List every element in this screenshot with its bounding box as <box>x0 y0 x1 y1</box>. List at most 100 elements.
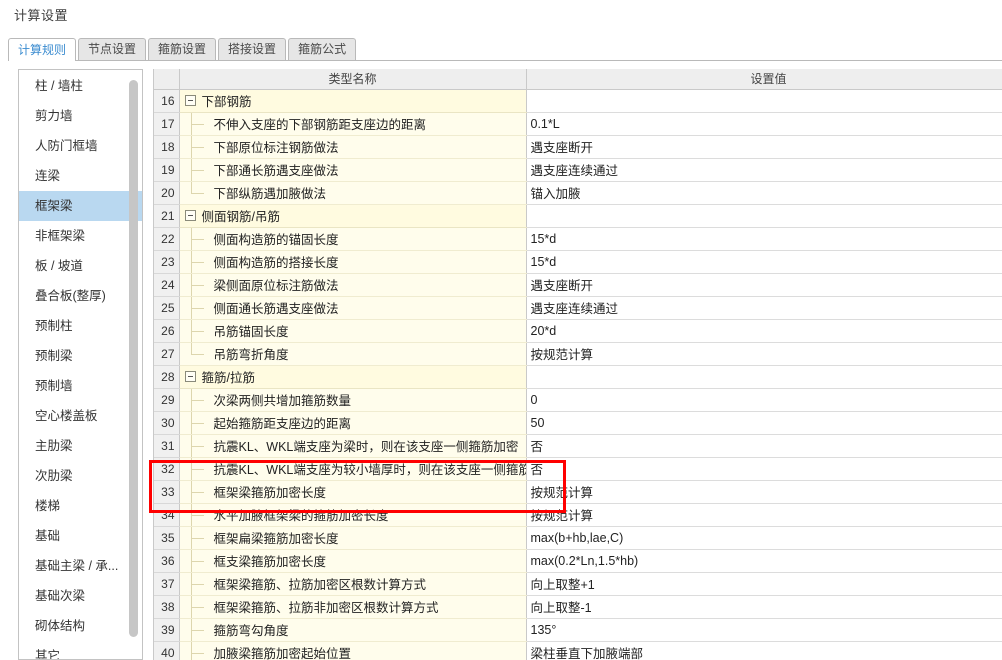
sidebar-item-17[interactable]: 基础次梁 <box>19 581 142 611</box>
type-name-cell[interactable]: 框架梁箍筋、拉筋非加密区根数计算方式 <box>179 595 527 619</box>
setting-value-cell[interactable]: 按规范计算 <box>526 342 1002 366</box>
table-row[interactable]: 16 下部钢筋 <box>154 89 1002 113</box>
type-name-cell[interactable]: 水平加腋框架梁的箍筋加密长度 <box>179 503 527 527</box>
type-name-cell[interactable]: 框架扁梁箍筋加密长度 <box>179 526 527 550</box>
tab-2[interactable]: 箍筋设置 <box>148 38 217 60</box>
row-number-cell[interactable]: 32 <box>154 457 180 481</box>
setting-value-cell[interactable]: 锚入加腋 <box>526 181 1002 205</box>
row-number-cell[interactable]: 37 <box>154 572 180 596</box>
type-name-cell[interactable]: 框架梁箍筋、拉筋加密区根数计算方式 <box>179 572 527 596</box>
sidebar-item-1[interactable]: 剪力墙 <box>19 101 142 131</box>
collapse-minus-icon[interactable] <box>184 95 196 106</box>
column-header-row-number[interactable] <box>154 69 180 90</box>
setting-value-cell[interactable]: 20*d <box>526 319 1002 343</box>
table-row[interactable]: 35 框架扁梁箍筋加密长度 max(b+hb,lae,C) <box>154 526 1002 550</box>
setting-value-cell[interactable] <box>526 89 1002 113</box>
setting-value-cell[interactable]: 遇支座连续通过 <box>526 158 1002 182</box>
row-number-cell[interactable]: 16 <box>154 89 180 113</box>
row-number-cell[interactable]: 26 <box>154 319 180 343</box>
column-header-setting-value[interactable]: 设置值 <box>526 69 1002 90</box>
sidebar-item-13[interactable]: 次肋梁 <box>19 461 142 491</box>
type-name-cell[interactable]: 侧面构造筋的搭接长度 <box>179 250 527 274</box>
table-row[interactable]: 36 框支梁箍筋加密长度 max(0.2*Ln,1.5*hb) <box>154 549 1002 573</box>
table-row[interactable]: 26 吊筋锚固长度 20*d <box>154 319 1002 343</box>
type-name-cell[interactable]: 加腋梁箍筋加密起始位置 <box>179 641 527 660</box>
sidebar-item-18[interactable]: 砌体结构 <box>19 611 142 641</box>
sidebar-item-5[interactable]: 非框架梁 <box>19 221 142 251</box>
sidebar-item-10[interactable]: 预制墙 <box>19 371 142 401</box>
table-row[interactable]: 25 侧面通长筋遇支座做法 遇支座连续通过 <box>154 296 1002 320</box>
row-number-cell[interactable]: 17 <box>154 112 180 136</box>
setting-value-cell[interactable] <box>526 365 1002 389</box>
table-row[interactable]: 20 下部纵筋遇加腋做法 锚入加腋 <box>154 181 1002 205</box>
setting-value-cell[interactable]: 梁柱垂直下加腋端部 <box>526 641 1002 660</box>
type-name-cell[interactable]: 抗震KL、WKL端支座为较小墙厚时，则在该支座一侧箍筋... <box>179 457 527 481</box>
table-row[interactable]: 31 抗震KL、WKL端支座为梁时，则在该支座一侧箍筋加密否 <box>154 434 1002 458</box>
table-row[interactable]: 30 起始箍筋距支座边的距离 50 <box>154 411 1002 435</box>
settings-grid[interactable]: 类型名称 设置值 16 下部钢筋 17 不伸入支座的下部钢筋距支座边的距离 0.1*L 1… <box>153 69 1002 660</box>
type-name-cell[interactable]: 侧面构造筋的锚固长度 <box>179 227 527 251</box>
sidebar-item-11[interactable]: 空心楼盖板 <box>19 401 142 431</box>
type-name-cell[interactable]: 抗震KL、WKL端支座为梁时，则在该支座一侧箍筋加密 <box>179 434 527 458</box>
setting-value-cell[interactable]: 向上取整+1 <box>526 572 1002 596</box>
row-number-cell[interactable]: 19 <box>154 158 180 182</box>
type-name-cell[interactable]: 框架梁箍筋加密长度 <box>179 480 527 504</box>
table-row[interactable]: 32 抗震KL、WKL端支座为较小墙厚时，则在该支座一侧箍筋... 否 <box>154 457 1002 481</box>
sidebar-item-6[interactable]: 板 / 坡道 <box>19 251 142 281</box>
row-number-cell[interactable]: 38 <box>154 595 180 619</box>
sidebar-item-2[interactable]: 人防门框墙 <box>19 131 142 161</box>
row-number-cell[interactable]: 40 <box>154 641 180 660</box>
table-row[interactable]: 23 侧面构造筋的搭接长度 15*d <box>154 250 1002 274</box>
row-number-cell[interactable]: 31 <box>154 434 180 458</box>
table-row[interactable]: 39 箍筋弯勾角度 135° <box>154 618 1002 642</box>
setting-value-cell[interactable]: 否 <box>526 457 1002 481</box>
table-row[interactable]: 21 侧面钢筋/吊筋 <box>154 204 1002 228</box>
row-number-cell[interactable]: 22 <box>154 227 180 251</box>
collapse-minus-icon[interactable] <box>184 371 196 382</box>
table-row[interactable]: 37 框架梁箍筋、拉筋加密区根数计算方式 向上取整+1 <box>154 572 1002 596</box>
type-name-cell[interactable]: 下部纵筋遇加腋做法 <box>179 181 527 205</box>
table-row[interactable]: 33 框架梁箍筋加密长度 按规范计算 <box>154 480 1002 504</box>
type-name-cell[interactable]: 侧面通长筋遇支座做法 <box>179 296 527 320</box>
row-number-cell[interactable]: 35 <box>154 526 180 550</box>
setting-value-cell[interactable]: 否 <box>526 434 1002 458</box>
setting-value-cell[interactable]: max(b+hb,lae,C) <box>526 526 1002 550</box>
table-row[interactable]: 27 吊筋弯折角度 按规范计算 <box>154 342 1002 366</box>
row-number-cell[interactable]: 30 <box>154 411 180 435</box>
setting-value-cell[interactable]: 按规范计算 <box>526 480 1002 504</box>
column-header-type-name[interactable]: 类型名称 <box>179 69 527 90</box>
type-name-cell[interactable]: 下部原位标注钢筋做法 <box>179 135 527 159</box>
type-name-cell[interactable]: 下部通长筋遇支座做法 <box>179 158 527 182</box>
type-name-cell[interactable]: 框支梁箍筋加密长度 <box>179 549 527 573</box>
type-name-cell[interactable]: 侧面钢筋/吊筋 <box>179 204 527 228</box>
type-name-cell[interactable]: 次梁两侧共增加箍筋数量 <box>179 388 527 412</box>
row-number-cell[interactable]: 25 <box>154 296 180 320</box>
setting-value-cell[interactable]: 遇支座断开 <box>526 135 1002 159</box>
row-number-cell[interactable]: 33 <box>154 480 180 504</box>
sidebar-item-9[interactable]: 预制梁 <box>19 341 142 371</box>
setting-value-cell[interactable]: 50 <box>526 411 1002 435</box>
row-number-cell[interactable]: 39 <box>154 618 180 642</box>
setting-value-cell[interactable]: 0 <box>526 388 1002 412</box>
sidebar-item-12[interactable]: 主肋梁 <box>19 431 142 461</box>
setting-value-cell[interactable]: 15*d <box>526 250 1002 274</box>
sidebar-item-4[interactable]: 框架梁 <box>19 191 142 221</box>
setting-value-cell[interactable]: max(0.2*Ln,1.5*hb) <box>526 549 1002 573</box>
type-name-cell[interactable]: 吊筋锚固长度 <box>179 319 527 343</box>
row-number-cell[interactable]: 23 <box>154 250 180 274</box>
sidebar-item-19[interactable]: 其它 <box>19 641 142 659</box>
table-row[interactable]: 40 加腋梁箍筋加密起始位置 梁柱垂直下加腋端部 <box>154 641 1002 660</box>
row-number-cell[interactable]: 20 <box>154 181 180 205</box>
row-number-cell[interactable]: 29 <box>154 388 180 412</box>
table-row[interactable]: 17 不伸入支座的下部钢筋距支座边的距离 0.1*L <box>154 112 1002 136</box>
sidebar-item-0[interactable]: 柱 / 墙柱 <box>19 71 142 101</box>
row-number-cell[interactable]: 24 <box>154 273 180 297</box>
sidebar-item-15[interactable]: 基础 <box>19 521 142 551</box>
setting-value-cell[interactable]: 0.1*L <box>526 112 1002 136</box>
table-row[interactable]: 19 下部通长筋遇支座做法 遇支座连续通过 <box>154 158 1002 182</box>
type-name-cell[interactable]: 箍筋/拉筋 <box>179 365 527 389</box>
setting-value-cell[interactable]: 遇支座连续通过 <box>526 296 1002 320</box>
tab-3[interactable]: 搭接设置 <box>218 38 287 60</box>
table-row[interactable]: 28 箍筋/拉筋 <box>154 365 1002 389</box>
type-name-cell[interactable]: 梁侧面原位标注筋做法 <box>179 273 527 297</box>
